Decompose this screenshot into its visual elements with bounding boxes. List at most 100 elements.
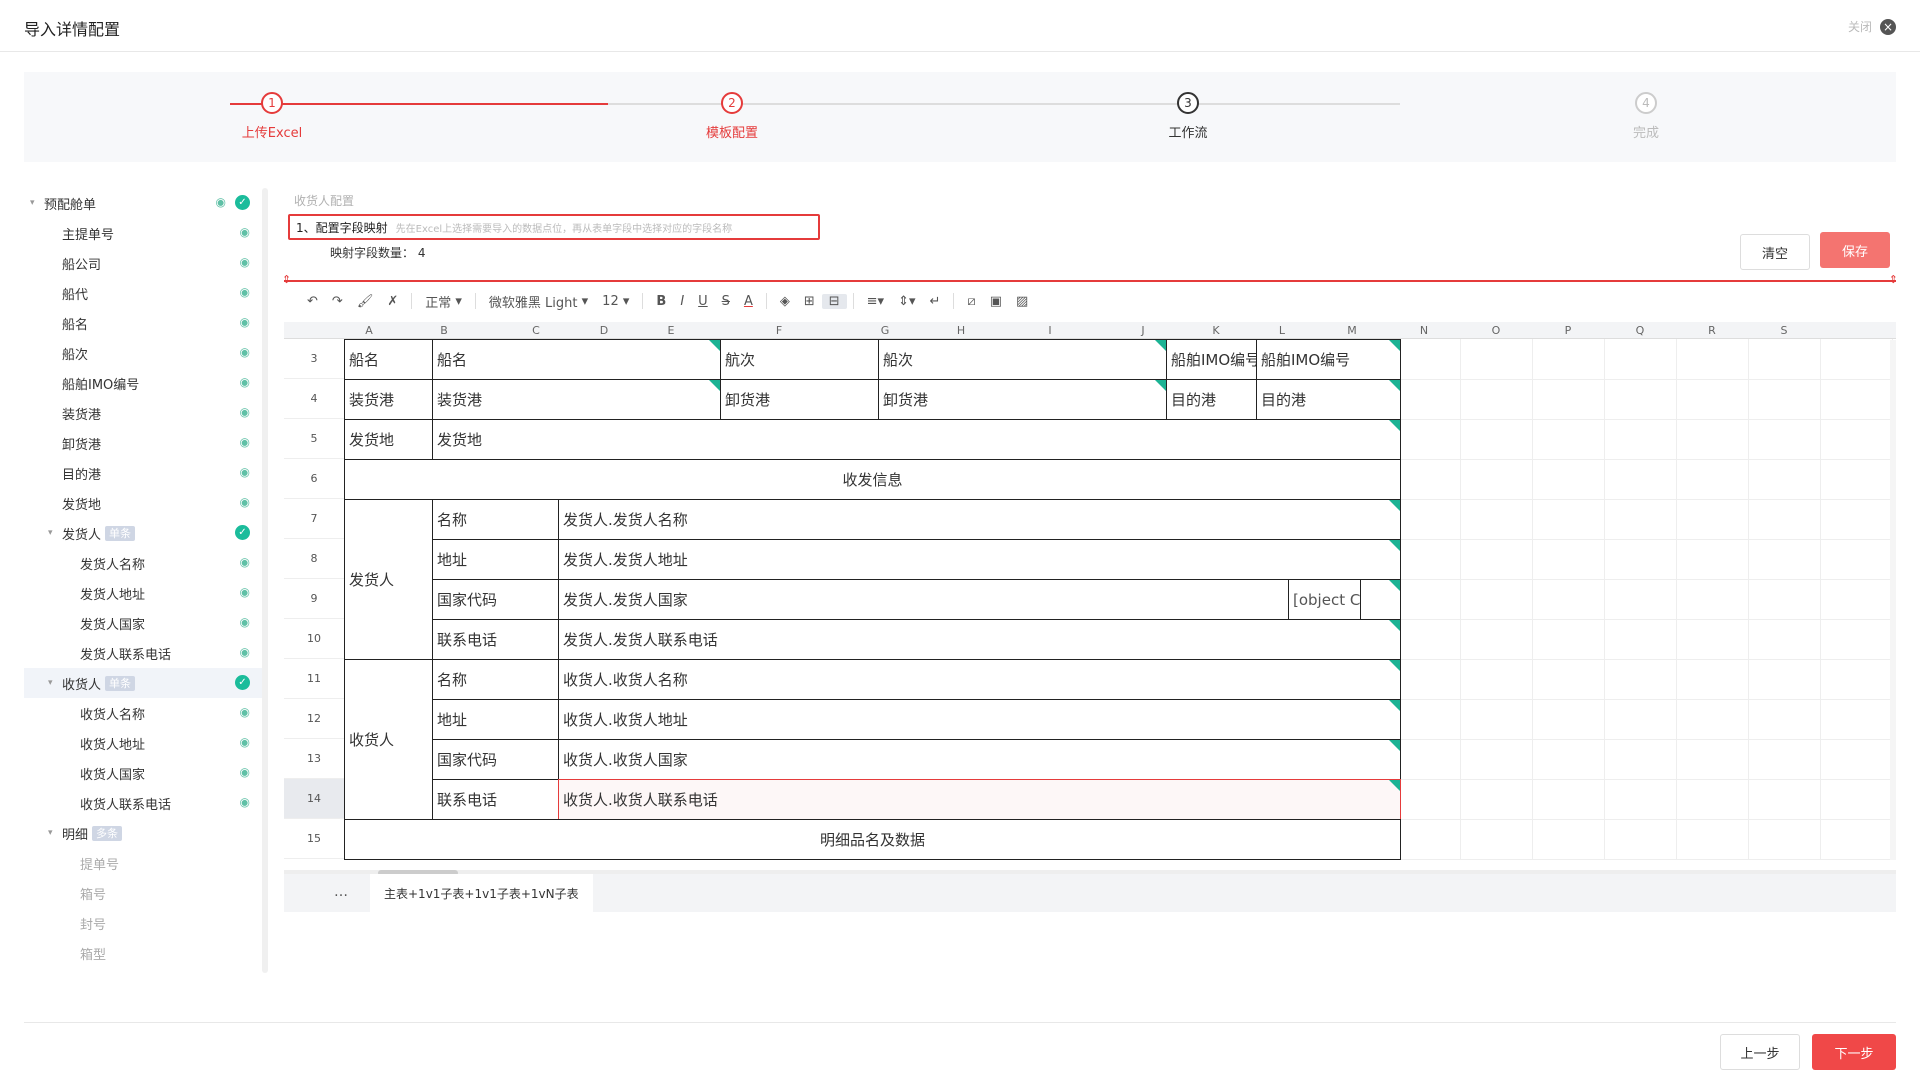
- link-eye-icon[interactable]: ◉: [240, 765, 250, 779]
- merge-cells-icon[interactable]: ⊟: [821, 293, 847, 309]
- link-eye-icon[interactable]: ◉: [240, 495, 250, 509]
- sheet-cell[interactable]: 收货人.收货人联系电话: [558, 779, 1401, 820]
- tree-item[interactable]: ▾ 预配舱单 ◉ ✓: [24, 188, 262, 218]
- text-wrap-icon[interactable]: ↵: [923, 294, 948, 309]
- row-label[interactable]: 9: [284, 579, 344, 619]
- tree-item[interactable]: 发货人联系电话 ◉: [24, 638, 262, 668]
- fill-color-icon[interactable]: ◈: [773, 294, 797, 309]
- column-label[interactable]: K: [1184, 324, 1248, 337]
- column-label[interactable]: R: [1676, 324, 1748, 337]
- grid-vertical-scrollbar[interactable]: [1890, 340, 1896, 860]
- tree-item[interactable]: ▾ 发货人 单条 ✓: [24, 518, 262, 548]
- sheet-cell[interactable]: 航次: [720, 339, 879, 380]
- column-label[interactable]: N: [1388, 324, 1460, 337]
- sheet-cell[interactable]: 发货人: [344, 499, 433, 660]
- underline-icon[interactable]: U: [691, 294, 715, 309]
- tree-item[interactable]: 收货人联系电话 ◉: [24, 788, 262, 818]
- link-eye-icon[interactable]: ◉: [240, 795, 250, 809]
- link-eye-icon[interactable]: ◉: [240, 555, 250, 569]
- sheet-cell[interactable]: 明细品名及数据: [344, 819, 1401, 860]
- sheet-cell[interactable]: 收货人.收货人名称: [558, 659, 1401, 700]
- link-eye-icon[interactable]: ◉: [240, 315, 250, 329]
- tree-item[interactable]: ▾ 收货人 单条 ✓: [24, 668, 262, 698]
- link-eye-icon[interactable]: ◉: [240, 345, 250, 359]
- sheet-cell[interactable]: 卸货港: [720, 379, 879, 420]
- sheet-cell[interactable]: 发货地: [344, 419, 433, 460]
- sheet-cell[interactable]: 收发信息: [344, 459, 1401, 500]
- sheet-cell[interactable]: 名称: [432, 659, 559, 700]
- column-label[interactable]: D: [578, 324, 630, 337]
- sheet-cell[interactable]: [object C: [1288, 579, 1361, 620]
- row-label[interactable]: 15: [284, 819, 344, 859]
- tree-item[interactable]: 装货港 ◉: [24, 398, 262, 428]
- sheet-cell[interactable]: 联系电话: [432, 779, 559, 820]
- prev-step-button[interactable]: 上一步: [1720, 1034, 1800, 1070]
- tree-item[interactable]: 发货人名称 ◉: [24, 548, 262, 578]
- resize-handle-right-icon[interactable]: ⇕: [1889, 273, 1898, 286]
- save-button[interactable]: 保存: [1820, 232, 1890, 268]
- column-label[interactable]: Q: [1604, 324, 1676, 337]
- link-eye-icon[interactable]: ◉: [240, 225, 250, 239]
- caret-down-icon[interactable]: ▾: [30, 198, 40, 208]
- tree-item[interactable]: 收货人地址 ◉: [24, 728, 262, 758]
- link-eye-icon[interactable]: ◉: [240, 255, 250, 269]
- clear-button[interactable]: 清空: [1740, 234, 1810, 270]
- link-eye-icon[interactable]: ◉: [216, 195, 226, 209]
- row-label[interactable]: 3: [284, 339, 344, 379]
- sheet-tab[interactable]: 主表+1v1子表+1v1子表+1vN子表: [370, 874, 593, 912]
- close-button[interactable]: 关闭 ×: [1848, 18, 1896, 35]
- caret-down-icon[interactable]: ▾: [48, 828, 58, 838]
- undo-icon[interactable]: ↶: [300, 294, 325, 309]
- vertical-align-icon[interactable]: ⇕▾: [891, 294, 922, 309]
- row-label[interactable]: 14: [284, 779, 344, 819]
- link-eye-icon[interactable]: ◉: [240, 435, 250, 449]
- column-label[interactable]: H: [924, 324, 998, 337]
- font-family-select[interactable]: 微软雅黑 Light ▾: [482, 292, 595, 311]
- tree-item[interactable]: 箱型: [24, 938, 262, 968]
- float-image-icon[interactable]: ▨: [1009, 294, 1035, 309]
- sheet-cell[interactable]: 装货港: [432, 379, 721, 420]
- font-color-icon[interactable]: A: [737, 294, 760, 309]
- column-label[interactable]: M: [1316, 324, 1388, 337]
- row-label[interactable]: 11: [284, 659, 344, 699]
- bold-icon[interactable]: B: [649, 294, 673, 309]
- tree-item[interactable]: 箱号: [24, 878, 262, 908]
- tree-item[interactable]: 收货人国家 ◉: [24, 758, 262, 788]
- sheet-cell[interactable]: 卸货港: [878, 379, 1167, 420]
- sheet-cell[interactable]: 收货人: [344, 659, 433, 820]
- border-icon[interactable]: ⊞: [797, 294, 822, 309]
- diagonal-border-icon[interactable]: ⧄: [960, 294, 982, 309]
- strikethrough-icon[interactable]: S: [715, 294, 737, 309]
- clear-format-icon[interactable]: ✗: [380, 294, 405, 309]
- sheet-cell[interactable]: 联系电话: [432, 619, 559, 660]
- cell-image-icon[interactable]: ▣: [983, 294, 1009, 309]
- row-label[interactable]: 12: [284, 699, 344, 739]
- sheet-cell[interactable]: 发货人.发货人地址: [558, 539, 1401, 580]
- column-label[interactable]: S: [1748, 324, 1820, 337]
- spreadsheet-grid[interactable]: ABCDEFGHIJKLMNOPQRS 3 4 5 6 7 8 9 10 11 12 13 14 15 …: [284, 322, 1896, 872]
- more-sheets-icon[interactable]: …: [334, 884, 348, 900]
- column-label[interactable]: F: [712, 324, 846, 337]
- column-label[interactable]: A: [344, 324, 394, 337]
- link-eye-icon[interactable]: ◉: [240, 375, 250, 389]
- sheet-cell[interactable]: 收货人.收货人国家: [558, 739, 1401, 780]
- column-label[interactable]: E: [630, 324, 712, 337]
- tree-item[interactable]: 提单号: [24, 848, 262, 878]
- sheet-cell[interactable]: 船名: [432, 339, 721, 380]
- link-eye-icon[interactable]: ◉: [240, 645, 250, 659]
- row-label[interactable]: 6: [284, 459, 344, 499]
- resize-handle-left-icon[interactable]: ⇕: [282, 273, 291, 286]
- link-eye-icon[interactable]: ◉: [240, 465, 250, 479]
- tree-item[interactable]: 封号: [24, 908, 262, 938]
- sheet-cell[interactable]: 装货港: [344, 379, 433, 420]
- column-label[interactable]: P: [1532, 324, 1604, 337]
- row-label[interactable]: 10: [284, 619, 344, 659]
- tree-item[interactable]: 船次 ◉: [24, 338, 262, 368]
- column-label[interactable]: O: [1460, 324, 1532, 337]
- format-painter-icon[interactable]: 🖌: [350, 294, 381, 309]
- number-format-select[interactable]: 正常 ▾: [418, 292, 469, 311]
- tree-item[interactable]: 发货人地址 ◉: [24, 578, 262, 608]
- sheet-cell[interactable]: 名称: [432, 499, 559, 540]
- link-eye-icon[interactable]: ◉: [240, 285, 250, 299]
- next-step-button[interactable]: 下一步: [1812, 1034, 1896, 1070]
